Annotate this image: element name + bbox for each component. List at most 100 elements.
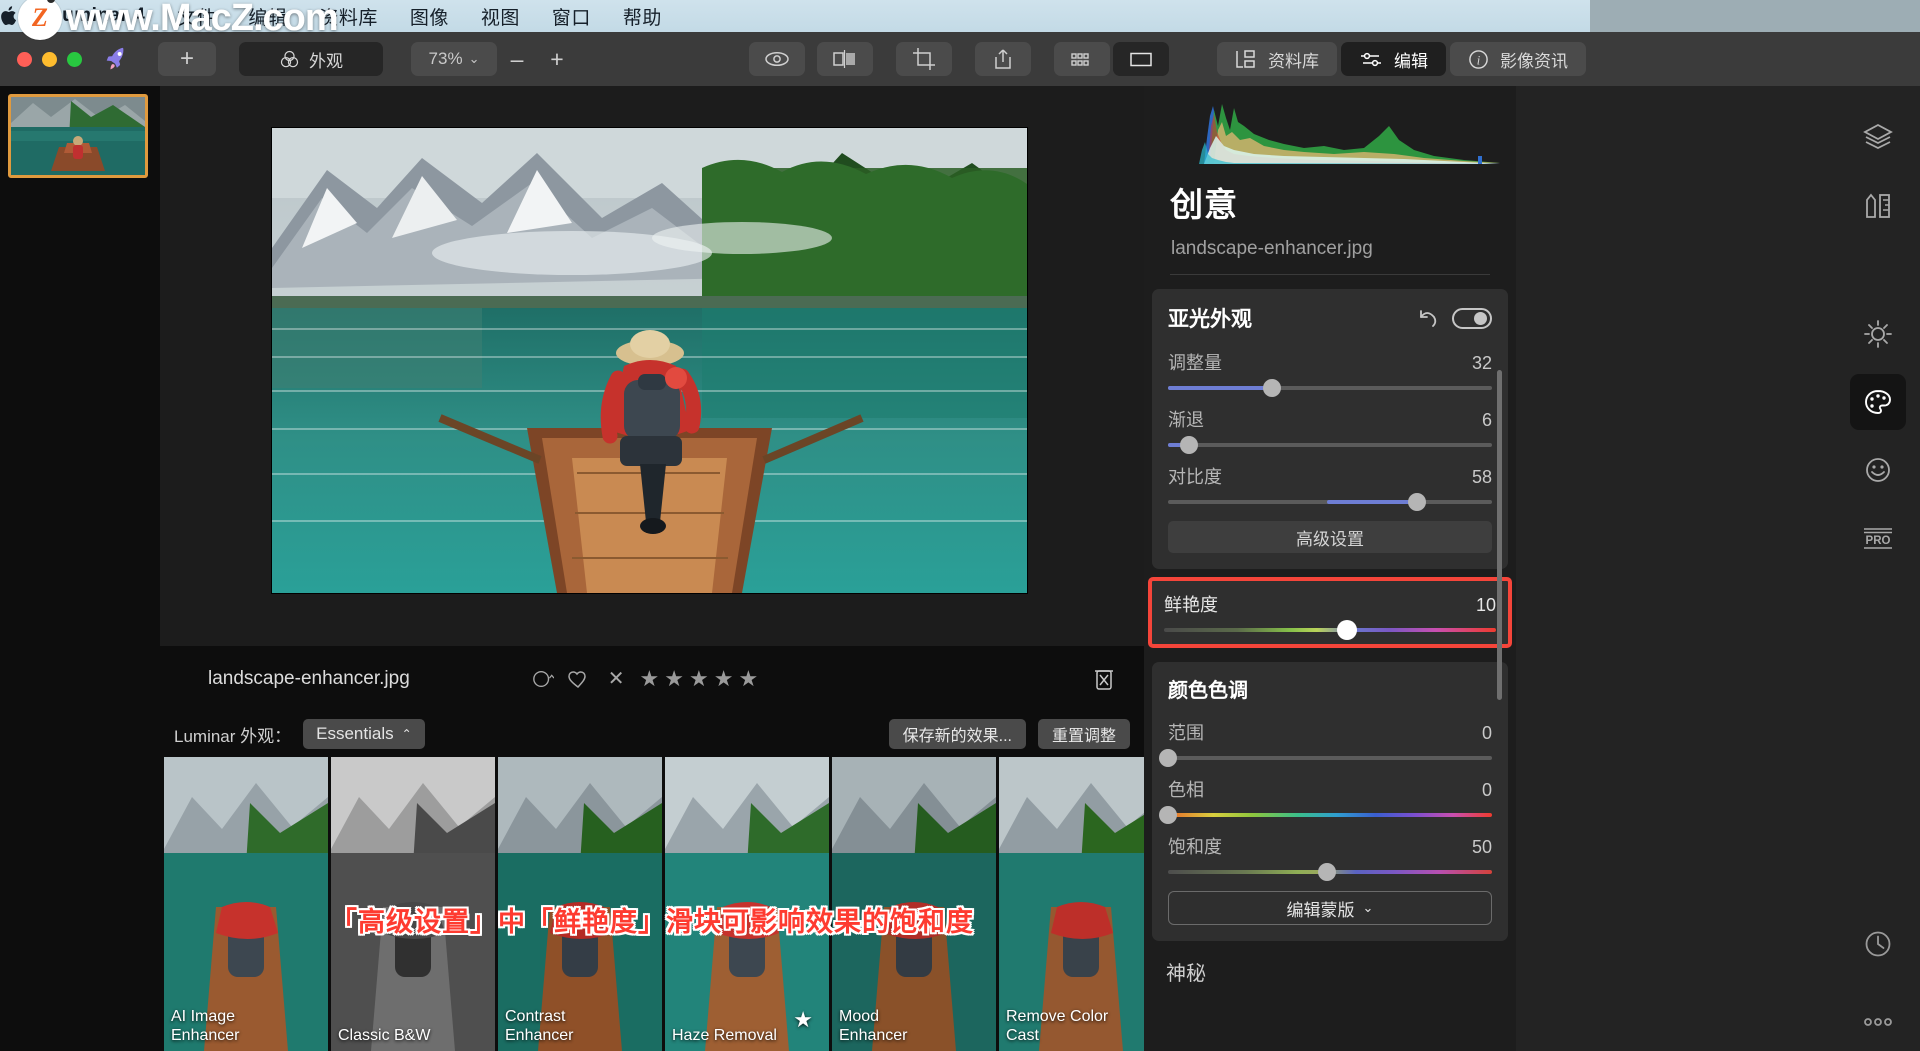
star-2[interactable]: ★	[664, 666, 684, 692]
look-item[interactable]: ContrastEnhancer	[498, 757, 662, 1051]
matte-look-header: 亚光外观	[1168, 303, 1492, 333]
svg-text:i: i	[1477, 53, 1481, 67]
color-label-icon[interactable]	[532, 669, 554, 689]
slider-amount-track[interactable]	[1168, 386, 1492, 390]
slider-amount-label: 调整量	[1168, 349, 1222, 375]
panel-title: 创意	[1170, 178, 1516, 226]
look-item[interactable]: MoodEnhancer	[832, 757, 996, 1051]
slider-vibrance[interactable]: 鲜艳度 10	[1164, 591, 1496, 632]
filmstrip-panel	[0, 86, 160, 1051]
looks-collection-value: Essentials	[316, 724, 393, 744]
look-item[interactable]: Remove ColorCast	[999, 757, 1144, 1051]
single-view-button[interactable]	[1113, 42, 1169, 76]
slider-fade-track[interactable]	[1168, 443, 1492, 447]
slider-contrast-track[interactable]	[1168, 500, 1492, 504]
rating-controls[interactable]: ✕ ★ ★ ★ ★ ★	[532, 666, 758, 692]
zoom-level-dropdown[interactable]: 73% ⌄	[411, 42, 497, 76]
grid-view-icon	[1070, 50, 1094, 68]
looks-collection-dropdown[interactable]: Essentials ⌃	[303, 719, 425, 749]
crop-icon	[912, 47, 936, 71]
save-new-look-button[interactable]: 保存新的效果...	[889, 719, 1026, 749]
looks-toggle-button[interactable]: 外观	[239, 42, 383, 76]
histogram	[1174, 96, 1500, 164]
filmstrip-thumbnail[interactable]	[8, 94, 148, 178]
slider-fade[interactable]: 渐退 6	[1168, 406, 1492, 447]
favorite-heart-icon[interactable]	[567, 669, 589, 689]
slider-saturation[interactable]: 饱和度 50	[1168, 833, 1492, 874]
photo-image	[272, 128, 1027, 593]
slider-saturation-track[interactable]	[1168, 870, 1492, 874]
slider-vibrance-value: 10	[1476, 595, 1496, 616]
add-button[interactable]: +	[158, 42, 216, 76]
share-button[interactable]	[975, 42, 1031, 76]
next-section-title: 神秘	[1166, 957, 1516, 986]
reject-icon[interactable]: ✕	[608, 666, 625, 691]
zoom-out-button[interactable]: –	[497, 42, 537, 76]
compare-button[interactable]	[817, 42, 873, 76]
rail-item-light[interactable]	[1850, 306, 1906, 362]
menu-item-image[interactable]: 图像	[394, 3, 465, 30]
menu-item-file[interactable]: 文件	[161, 3, 232, 30]
grid-view-button[interactable]	[1054, 42, 1110, 76]
main-photo[interactable]	[272, 128, 1027, 593]
look-item-label: Classic B&W	[338, 1026, 430, 1045]
menu-item-edit[interactable]: 编辑	[232, 3, 303, 30]
star-1[interactable]: ★	[640, 666, 660, 692]
rail-item-layers[interactable]	[1850, 108, 1906, 164]
apple-menu-icon[interactable]	[0, 6, 40, 26]
rail-item-more[interactable]	[1850, 994, 1906, 1050]
more-icon	[1861, 1016, 1895, 1028]
slider-range-track[interactable]	[1168, 756, 1492, 760]
look-item[interactable]: Classic B&W	[331, 757, 495, 1051]
rail-item-portrait[interactable]	[1850, 442, 1906, 498]
zoom-in-button[interactable]: +	[537, 42, 577, 76]
reset-adjustments-button[interactable]: 重置调整	[1038, 719, 1130, 749]
crop-button[interactable]	[896, 42, 952, 76]
menu-item-view[interactable]: 视图	[465, 3, 536, 30]
edit-mask-button[interactable]: 编辑蒙版 ⌄	[1168, 891, 1492, 925]
star-4[interactable]: ★	[714, 666, 734, 692]
tab-edit[interactable]: 编辑	[1341, 42, 1446, 76]
menu-item-help[interactable]: 帮助	[607, 3, 678, 30]
svg-text:PRO: PRO	[1866, 535, 1891, 547]
minimize-button[interactable]	[42, 52, 57, 67]
matte-look-card: 亚光外观 调整量 32 渐退 6	[1152, 289, 1508, 569]
menu-app-name[interactable]: Luminar 4	[40, 5, 161, 27]
delete-button[interactable]	[1094, 667, 1114, 691]
rail-item-palette[interactable]	[1850, 374, 1906, 430]
tab-edit-label: 编辑	[1394, 47, 1428, 72]
close-button[interactable]	[17, 52, 32, 67]
rail-item-history[interactable]	[1850, 916, 1906, 972]
slider-contrast[interactable]: 对比度 58	[1168, 463, 1492, 504]
tab-image-info[interactable]: i 影像资讯	[1450, 42, 1586, 76]
rail-item-pro[interactable]: PRO	[1850, 510, 1906, 566]
star-rating[interactable]: ★ ★ ★ ★ ★	[640, 666, 759, 692]
look-item-label: MoodEnhancer	[839, 1007, 908, 1045]
look-item-label: Remove ColorCast	[1006, 1007, 1108, 1045]
look-item[interactable]: AI ImageEnhancer	[164, 757, 328, 1051]
rocket-icon[interactable]	[102, 44, 132, 74]
rail-item-tools[interactable]	[1850, 178, 1906, 234]
right-rail-background: PRO	[1516, 86, 1920, 1051]
star-3[interactable]: ★	[689, 666, 709, 692]
slider-hue[interactable]: 色相 0	[1168, 776, 1492, 817]
star-5[interactable]: ★	[738, 666, 758, 692]
slider-range[interactable]: 范围 0	[1168, 719, 1492, 760]
eye-toggle-button[interactable]	[749, 42, 805, 76]
menu-item-window[interactable]: 窗口	[536, 3, 607, 30]
slider-vibrance-track[interactable]	[1164, 628, 1496, 632]
menu-item-library[interactable]: 资料库	[303, 3, 394, 30]
window-controls[interactable]	[0, 52, 82, 67]
look-item[interactable]: Haze Removal ★	[665, 757, 829, 1051]
matte-look-toggle[interactable]	[1452, 308, 1492, 329]
slider-hue-track[interactable]	[1168, 813, 1492, 817]
undo-icon[interactable]	[1417, 309, 1438, 327]
slider-contrast-label: 对比度	[1168, 463, 1222, 489]
maximize-button[interactable]	[67, 52, 82, 67]
tab-library[interactable]: 资料库	[1217, 42, 1337, 76]
edit-mask-label: 编辑蒙版	[1287, 896, 1355, 921]
looks-strip[interactable]: AI ImageEnhancer Classic B&W ContrastEnh…	[160, 757, 1144, 1051]
advanced-settings-button[interactable]: 高级设置	[1168, 521, 1492, 553]
panel-scrollbar[interactable]	[1497, 370, 1502, 700]
slider-amount[interactable]: 调整量 32	[1168, 349, 1492, 390]
